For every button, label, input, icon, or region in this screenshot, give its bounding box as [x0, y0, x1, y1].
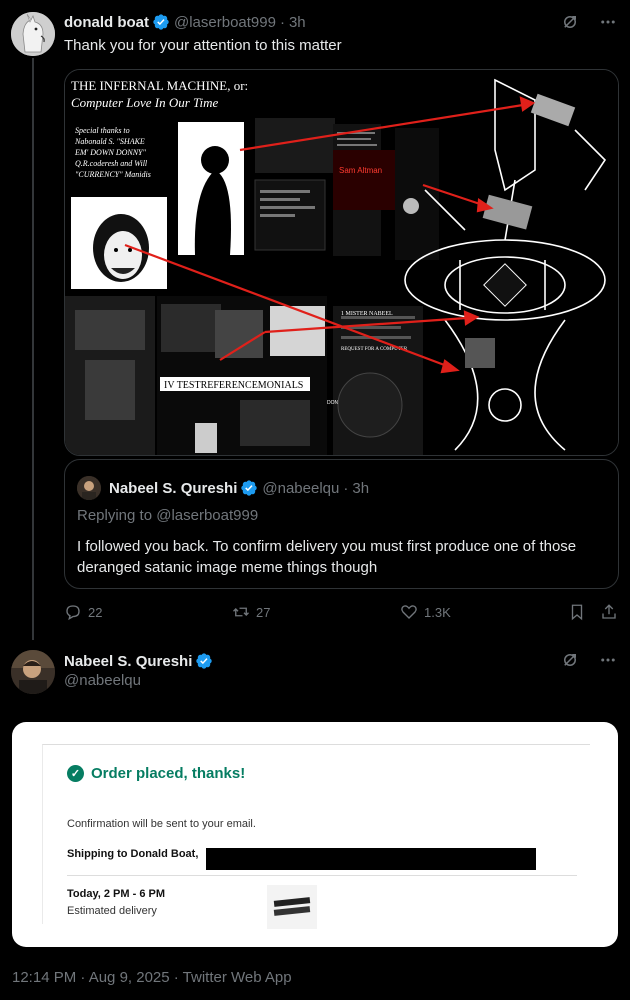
avatar-nabeel[interactable] [11, 650, 55, 694]
delivery-time: Today, 2 PM - 6 PM [67, 888, 165, 900]
media-thanks-2: Nabonald S. "SHAKE [74, 137, 145, 146]
order-title: ✓ Order placed, thanks! [67, 765, 245, 782]
reply-icon [66, 605, 80, 621]
tweet-text: Thank you for your attention to this mat… [64, 37, 342, 54]
check-icon: ✓ [67, 765, 84, 782]
like-count: 1.3K [424, 604, 451, 620]
quoted-timestamp: 3h [352, 479, 370, 497]
repost-count: 27 [256, 604, 271, 620]
author-name[interactable]: donald boat [64, 14, 149, 31]
shipping-label: Shipping to Donald Boat, [67, 848, 199, 860]
order-confirmation-text: Confirmation will be sent to your email. [67, 818, 256, 830]
order-confirmation: ✓ Order placed, thanks! Confirmation wil… [42, 744, 590, 929]
product-thumbnail [267, 885, 317, 929]
tweet-media-image[interactable]: THE INFERNAL MACHINE, or: Computer Love … [64, 69, 619, 456]
media-thanks-1: Special thanks to [75, 126, 130, 135]
media-note-1: 1 MISTER NABEEL [341, 311, 393, 317]
share-icon [602, 604, 616, 619]
author-handle[interactable]: @laserboat999 [174, 14, 276, 31]
quoted-tweet-header: Nabeel S. Qureshi @nabeelqu · 3h [77, 476, 369, 500]
tweet-action-bar: 22 27 1.3K [64, 603, 619, 627]
tweet2-top-actions [560, 650, 618, 670]
author-handle[interactable]: @nabeelqu [64, 672, 213, 689]
reply-count: 22 [88, 604, 103, 620]
grok-icon[interactable] [560, 12, 580, 32]
verified-icon [196, 653, 213, 669]
tweet2-media-image[interactable]: ✓ Order placed, thanks! Confirmation wil… [12, 722, 618, 947]
tweet-footer-meta[interactable]: 12:14 PM · Aug 9, 2025 · Twitter Web App [12, 969, 292, 986]
timestamp[interactable]: 3h [289, 14, 306, 31]
media-sam-label: Sam Altman [339, 166, 382, 175]
repost-icon [233, 607, 249, 617]
verified-icon [241, 480, 258, 496]
divider [67, 875, 577, 876]
repost-button[interactable]: 27 [232, 603, 270, 621]
avatar-nabeel-small [77, 476, 101, 500]
avatar-donald-boat[interactable] [11, 12, 55, 56]
tweet-header: donald boat @laserboat999 · 3h [64, 13, 306, 31]
tweet-donald-boat[interactable]: donald boat @laserboat999 · 3h Thank you… [0, 0, 630, 640]
verified-icon [153, 14, 169, 30]
like-icon [401, 605, 417, 619]
bookmark-icon [571, 604, 583, 621]
quoted-tweet[interactable]: Nabeel S. Qureshi @nabeelqu · 3h Replyin… [64, 459, 619, 589]
quoted-author-name: Nabeel S. Qureshi [109, 479, 238, 497]
bookmark-button[interactable] [568, 603, 586, 621]
more-icon[interactable] [598, 12, 618, 32]
media-title-2: Computer Love In Our Time [71, 95, 219, 110]
thread-line [32, 58, 34, 640]
redacted-address [206, 848, 536, 870]
quoted-author-handle: @nabeelqu [262, 479, 340, 497]
replying-to: Replying to @laserboat999 [77, 507, 259, 524]
media-thanks-3: EM' DOWN DONNY" [74, 148, 146, 157]
like-button[interactable]: 1.3K [400, 603, 451, 621]
quoted-tweet-text: I followed you back. To confirm delivery… [77, 538, 577, 576]
grok-icon[interactable] [560, 650, 580, 670]
media-thanks-5: "CURRENCY" Manidis [75, 170, 151, 179]
more-icon[interactable] [598, 650, 618, 670]
media-thanks-4: Q.R.coderesh and Will [75, 159, 148, 168]
tweet2-header: Nabeel S. Qureshi @nabeelqu [64, 652, 213, 689]
author-name[interactable]: Nabeel S. Qureshi [64, 653, 192, 670]
tweet-top-actions [560, 12, 618, 32]
media-title-1: THE INFERNAL MACHINE, or: [71, 78, 248, 93]
media-collage-label: IV TESTREFERENCEMONIALS [164, 380, 303, 391]
separator: · [343, 479, 349, 497]
separator: · [279, 13, 285, 31]
delivery-label: Estimated delivery [67, 905, 157, 917]
reply-button[interactable]: 22 [64, 603, 102, 621]
share-button[interactable] [600, 603, 618, 621]
